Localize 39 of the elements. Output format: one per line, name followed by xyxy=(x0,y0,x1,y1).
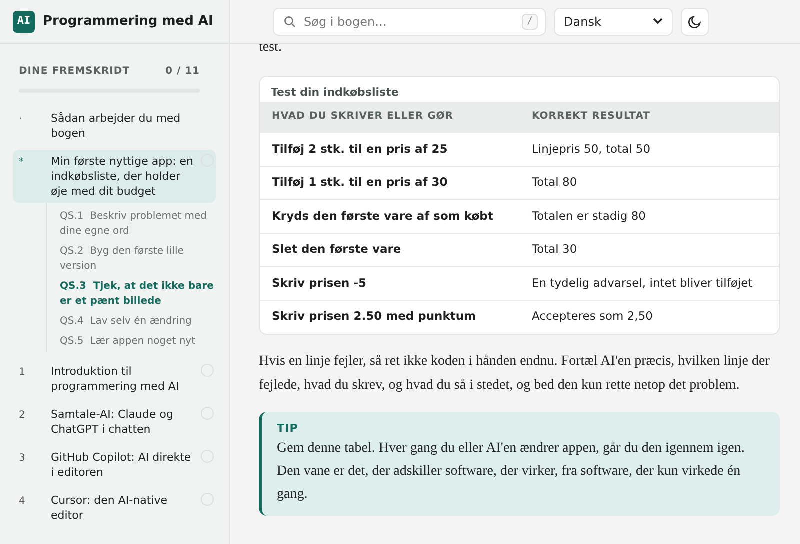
table-cell: En tydelig advarsel, intet bliver tilføjet xyxy=(520,266,779,300)
search-icon xyxy=(284,16,296,28)
moon-icon xyxy=(688,14,702,28)
tip-label: TIP xyxy=(277,420,300,436)
table-cell: Skriv prisen -5 xyxy=(260,266,520,300)
table-cell: Totalen er stadig 80 xyxy=(520,200,779,233)
table-cell: Linjepris 50, total 50 xyxy=(520,132,779,166)
table-caption: Test din indkøbsliste xyxy=(270,85,400,101)
section-link[interactable]: QS.2 Byg den første lille version xyxy=(60,244,216,274)
tip-text: Gem denne tabel. Hver gang du eller AI'en ændrer appen, går du den igennem igen. Den vane er det, der adskiller software, der virker, fra software, der kun virkede én gang. xyxy=(277,440,746,504)
section-link[interactable]: QS.5 Lær appen noget nyt xyxy=(60,334,216,349)
column-header: KORREKT RESULTAT xyxy=(520,102,779,132)
language-select[interactable]: Dansk xyxy=(554,8,673,36)
section-link[interactable]: QS.4 Lav selv én ændring xyxy=(60,314,216,329)
chapter-item[interactable]: 1 Introduktion til programmering med AI xyxy=(13,360,216,398)
table-cell: Tilføj 1 stk. til en pris af 30 xyxy=(260,166,520,200)
progress-count: 0 / 11 xyxy=(166,65,200,79)
section-link[interactable]: QS.1 Beskriv problemet med dine egne ord xyxy=(60,209,216,239)
chevron-down-icon xyxy=(653,18,663,25)
theme-toggle-button[interactable] xyxy=(681,8,709,36)
table-cell: Total 30 xyxy=(520,233,779,266)
chapter-item[interactable]: * Min første nyttige app: en indkøbsliste, der holder øje med dit budget xyxy=(13,150,216,203)
progress-label: DINE FREMSKRIDT xyxy=(19,65,130,79)
table-cell: Tilføj 2 stk. til en pris af 25 xyxy=(260,132,520,166)
logo-badge: AI xyxy=(13,10,35,32)
chapter-item[interactable]: 3 GitHub Copilot: AI direkte i editoren xyxy=(13,446,216,484)
column-header: HVAD DU SKRIVER ELLER GØR xyxy=(260,102,520,132)
chapter-item[interactable]: · Sådan arbejder du med bogen xyxy=(13,107,216,145)
paragraph-text: test. xyxy=(259,39,283,57)
table-cell: Accepteres som 2,50 xyxy=(520,300,779,334)
app-title: Programmering med AI xyxy=(43,12,214,31)
table-cell: Total 80 xyxy=(520,166,779,200)
chapter-item[interactable]: 2 Samtale-AI: Claude og ChatGPT i chatten xyxy=(13,403,216,441)
section-link[interactable]: QS.3 Tjek, at det ikke bare er et pænt billede xyxy=(60,279,216,309)
table-cell: Slet den første vare xyxy=(260,233,520,266)
paragraph-text: Hvis en linje fejler, så ret ikke koden i hånden endnu. Fortæl AI'en præcis, hvilken linje der fejlede, hvad du skrev, og hvad du så i stedet, og bed den kun rette netop det problem. xyxy=(259,352,771,394)
table-cell: Skriv prisen 2.50 med punktum xyxy=(260,300,520,334)
chapter-item[interactable]: 4 Cursor: den AI-native editor xyxy=(13,489,216,527)
table-cell: Kryds den første vare af som købt xyxy=(260,200,520,233)
